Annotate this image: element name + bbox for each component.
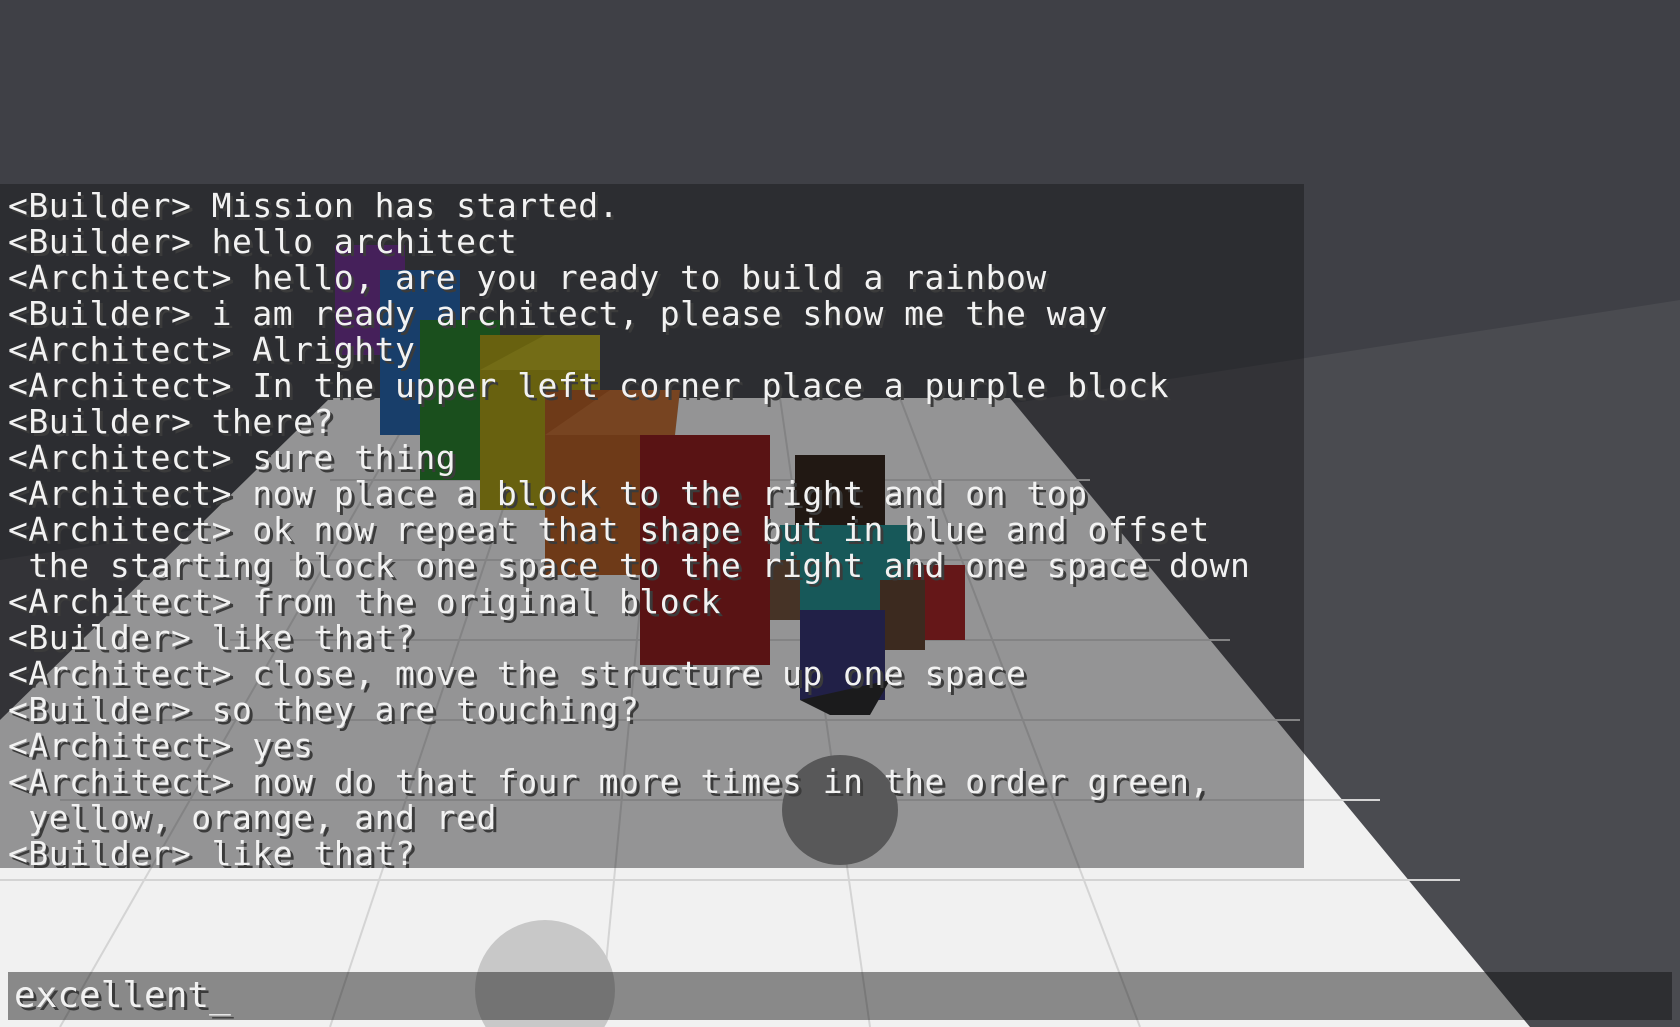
chat-message: <Architect> yes (8, 726, 314, 765)
chat-message: <Architect> ok now repeat that shape but… (8, 510, 1210, 549)
chat-message: <Builder> like that? (8, 834, 416, 869)
chat-message: the starting block one space to the righ… (8, 546, 1251, 585)
chat-message: <Architect> In the upper left corner pla… (8, 366, 1169, 405)
chat-message: <Architect> sure thing (8, 438, 457, 477)
chat-message: <Builder> hello architect (8, 222, 518, 261)
chat-message: <Architect> Alrighty (8, 330, 416, 369)
chat-log: <Builder> Mission has started. <Builder>… (0, 184, 1304, 868)
chat-input-value: excellent (14, 975, 210, 1016)
text-cursor: _ (209, 975, 231, 1016)
chat-message: <Builder> Mission has started. (8, 186, 620, 225)
chat-message: <Builder> i am ready architect, please s… (8, 294, 1108, 333)
chat-message: <Builder> like that? (8, 618, 416, 657)
chat-input-field[interactable]: excellent_ (8, 972, 1672, 1020)
chat-message: <Architect> close, move the structure up… (8, 654, 1027, 693)
chat-message: <Builder> so they are touching? (8, 690, 640, 729)
chat-message: <Architect> now place a block to the rig… (8, 474, 1088, 513)
chat-message: <Architect> hello, are you ready to buil… (8, 258, 1047, 297)
chat-message: <Architect> now do that four more times … (8, 762, 1210, 801)
chat-message: <Builder> there? (8, 402, 334, 441)
chat-message: <Architect> from the original block (8, 582, 721, 621)
chat-message: yellow, orange, and red (8, 798, 497, 837)
